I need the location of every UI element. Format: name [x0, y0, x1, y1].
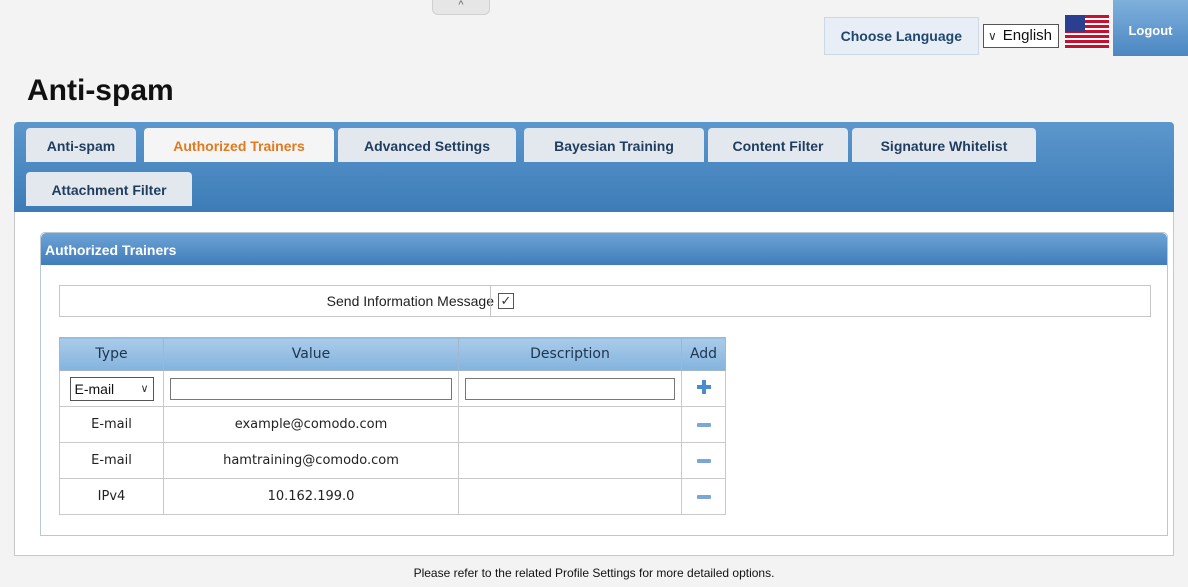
remove-minus-icon[interactable]: [696, 422, 711, 427]
row-type: IPv4: [59, 478, 164, 515]
new-description-cell: [458, 370, 682, 407]
send-info-row: Send Information Message ✓: [59, 285, 1151, 317]
choose-language-button[interactable]: Choose Language: [823, 17, 979, 55]
type-select[interactable]: E-mail ∨: [69, 376, 154, 401]
row-type: E-mail: [59, 442, 164, 479]
add-cell: [681, 370, 726, 407]
send-info-checkbox[interactable]: ✓: [498, 293, 514, 309]
section-title: Authorized Trainers: [41, 233, 1167, 265]
top-bar: Choose Language ∨ English Logout: [823, 0, 1188, 56]
language-selected-value: English: [1002, 27, 1052, 44]
tab-bayesian-training[interactable]: Bayesian Training: [524, 128, 704, 162]
add-plus-icon[interactable]: [696, 379, 711, 394]
remove-minus-icon[interactable]: [696, 494, 711, 499]
row-description: [458, 406, 682, 443]
column-header-type: Type: [59, 337, 164, 371]
table-row: E-mail example@comodo.com: [59, 406, 726, 443]
footer-note: Please refer to the related Profile Sett…: [413, 566, 775, 580]
send-info-label: Send Information Message: [326, 293, 494, 309]
row-type: E-mail: [59, 406, 164, 443]
column-header-value: Value: [163, 337, 459, 371]
row-value: example@comodo.com: [163, 406, 459, 443]
table-row: IPv4 10.162.199.0: [59, 478, 726, 515]
us-flag-icon: [1065, 15, 1109, 49]
logout-button[interactable]: Logout: [1113, 0, 1188, 56]
chevron-down-icon: ∨: [140, 383, 149, 395]
row-value: 10.162.199.0: [163, 478, 459, 515]
page-title: Anti-spam: [27, 74, 174, 107]
language-select[interactable]: ∨ English: [983, 24, 1059, 48]
tab-bar: Anti-spam Authorized Trainers Advanced S…: [14, 122, 1174, 212]
tab-attachment-filter[interactable]: Attachment Filter: [26, 172, 192, 206]
tab-advanced-settings[interactable]: Advanced Settings: [338, 128, 516, 162]
column-header-description: Description: [458, 337, 682, 371]
tab-content-filter[interactable]: Content Filter: [708, 128, 848, 162]
trainers-table: Type Value Description Add E-mail ∨ E-ma…: [59, 337, 726, 515]
authorized-trainers-section: Authorized Trainers Send Information Mes…: [40, 232, 1168, 536]
remove-cell: [681, 478, 726, 515]
row-value: hamtraining@comodo.com: [163, 442, 459, 479]
new-type-cell: E-mail ∨: [59, 370, 164, 407]
remove-cell: [681, 442, 726, 479]
collapse-header-toggle[interactable]: ^: [432, 0, 490, 15]
new-entry-row: E-mail ∨: [59, 370, 726, 407]
row-description: [458, 478, 682, 515]
divider: [490, 286, 491, 316]
new-value-cell: [163, 370, 459, 407]
table-header-row: Type Value Description Add: [59, 337, 726, 371]
value-input[interactable]: [170, 377, 452, 400]
description-input[interactable]: [465, 377, 675, 400]
remove-cell: [681, 406, 726, 443]
type-selected-value: E-mail: [74, 380, 115, 397]
table-row: E-mail hamtraining@comodo.com: [59, 442, 726, 479]
chevron-down-icon: ∨: [988, 29, 997, 43]
column-header-add: Add: [681, 337, 726, 371]
tab-authorized-trainers[interactable]: Authorized Trainers: [144, 128, 334, 162]
tab-signature-whitelist[interactable]: Signature Whitelist: [852, 128, 1036, 162]
remove-minus-icon[interactable]: [696, 458, 711, 463]
row-description: [458, 442, 682, 479]
tab-anti-spam[interactable]: Anti-spam: [26, 128, 136, 162]
